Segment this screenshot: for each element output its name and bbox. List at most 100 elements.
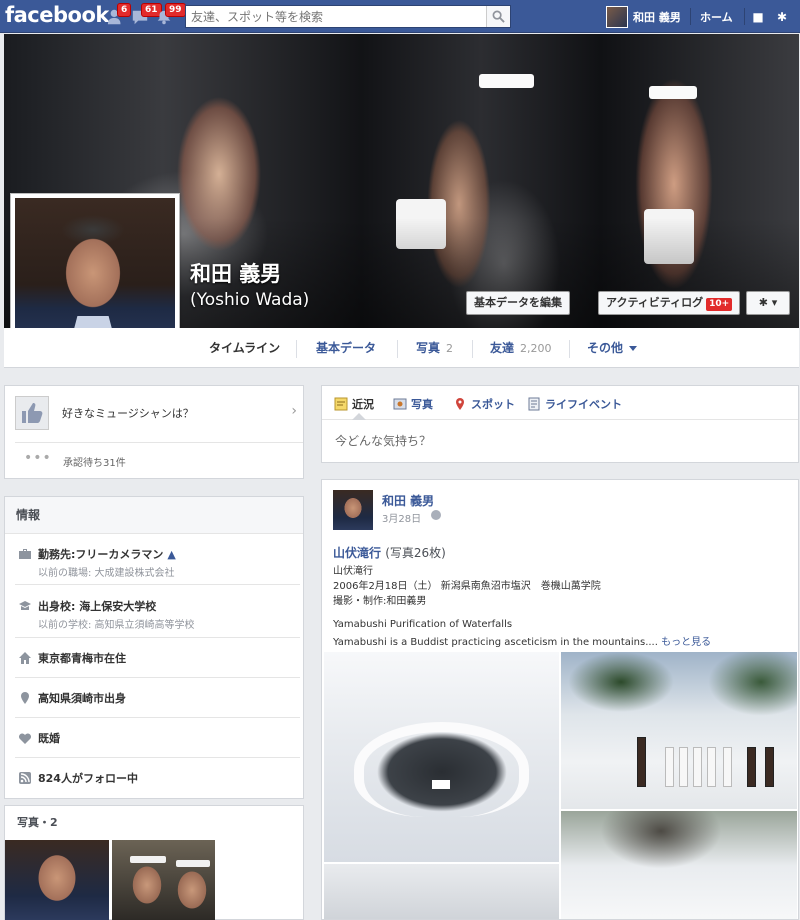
edit-profile-button[interactable]: 基本データを編集: [466, 291, 570, 315]
public-globe-icon: [431, 510, 441, 520]
profile-link[interactable]: 和田 義男: [606, 6, 681, 28]
home-link[interactable]: ホーム: [700, 9, 733, 25]
top-navigation-bar: facebook 6 61 99 和田 義男 ホーム ■ ✱: [0, 0, 800, 33]
album-count: (写真26枚): [385, 546, 446, 560]
edit-profile-label: 基本データを編集: [474, 296, 562, 309]
notifications-badge: 99: [165, 3, 186, 17]
album-photo[interactable]: [324, 652, 559, 862]
followers[interactable]: 824人がフォロー中: [38, 770, 138, 786]
divider: [744, 8, 745, 25]
person-figure: [679, 747, 688, 787]
chevron-right-icon[interactable]: ›: [291, 403, 297, 419]
album-name: 山伏滝行: [333, 546, 382, 560]
profile-settings-button[interactable]: ✱ ▾: [746, 291, 790, 315]
life-event-icon: [528, 397, 540, 411]
album-title[interactable]: 山伏滝行 (写真26枚): [333, 544, 446, 561]
photos-panel: 写真・2: [4, 805, 304, 920]
tab-label: タイムライン: [209, 341, 281, 355]
privacy-lock-icon[interactable]: ■: [751, 10, 765, 24]
priest-figure: [637, 737, 646, 787]
person-figure: [723, 747, 732, 787]
post-text-line: 2006年2月18日（土） 新潟県南魚沼市塩沢 巻機山萬学院: [333, 581, 601, 592]
person-figure: [765, 747, 774, 787]
divider: [569, 340, 570, 358]
previous-work: 以前の職場: 大成建設株式会社: [38, 568, 175, 579]
info-panel: 情報 勤務先:フリーカメラマン ▲ 以前の職場: 大成建設株式会社 出身校: 海上…: [4, 496, 304, 799]
author-avatar[interactable]: [333, 490, 373, 530]
hometown[interactable]: 高知県須崎市出身: [38, 690, 126, 706]
info-row-hometown: 高知県須崎市出身: [15, 678, 300, 718]
tab-label: その他: [587, 341, 624, 355]
home-icon: [18, 651, 32, 665]
tab-timeline[interactable]: タイムライン: [209, 328, 280, 368]
album-photo[interactable]: [561, 811, 797, 919]
tab-label: 写真: [416, 341, 441, 355]
person-figure: [707, 747, 716, 787]
info-row-followers: 824人がフォロー中: [15, 758, 300, 798]
place-icon: [456, 398, 464, 410]
previous-school: 以前の学校: 高知県立須崎高等学校: [38, 620, 195, 631]
divider: [690, 8, 691, 25]
tab-more[interactable]: その他: [587, 328, 638, 368]
divider: [296, 340, 297, 358]
album-photo[interactable]: [324, 864, 559, 919]
pending-approvals[interactable]: 承認待ち31件: [63, 454, 126, 469]
photo-thumbnail[interactable]: [5, 840, 109, 920]
composer-tab-label: ライフイベント: [545, 398, 622, 411]
composer-tab-place[interactable]: スポット: [453, 396, 515, 412]
see-more-link[interactable]: もっと見る: [661, 637, 711, 648]
favorite-musician-question[interactable]: 好きなミュージシャンは？: [62, 405, 194, 421]
photo-icon: [393, 398, 407, 410]
post-text-content: Yamabushi is a Buddist practicing asceti…: [333, 637, 658, 648]
album-photo[interactable]: [561, 652, 797, 809]
loincloth: [432, 780, 450, 789]
divider: [472, 340, 473, 358]
facebook-logo[interactable]: facebook: [5, 3, 109, 27]
work-text[interactable]: 勤務先:フリーカメラマン ▲: [38, 546, 176, 562]
school-main[interactable]: 出身校: 海上保安大学校: [38, 598, 156, 614]
search-icon: [492, 10, 505, 23]
composer-tab-label: スポット: [471, 398, 515, 411]
composer-tab-photo[interactable]: 写真: [393, 396, 433, 412]
search-button[interactable]: [486, 6, 510, 27]
status-input[interactable]: 今どんな気持ち？: [335, 432, 431, 449]
settings-gear-icon[interactable]: ✱: [775, 10, 789, 24]
user-name: 和田 義男: [633, 11, 681, 24]
photo-thumbnail[interactable]: [112, 840, 215, 920]
info-row-school: 出身校: 海上保安大学校 以前の学校: 高知県立須崎高等学校: [15, 585, 300, 638]
status-icon: [334, 397, 348, 411]
residence[interactable]: 東京都青梅市在住: [38, 650, 126, 666]
tab-label: 友達: [490, 341, 515, 355]
profile-tabs: タイムライン 基本データ 写真 2 友達 2,200 その他: [4, 328, 799, 368]
post-text-line: 撮影・制作:和田義男: [333, 596, 427, 607]
activity-log-count: 10+: [706, 298, 733, 311]
photos-title[interactable]: 写真・2: [17, 814, 58, 830]
search-input[interactable]: [186, 6, 476, 27]
ice-arch: [354, 722, 529, 817]
info-row-work: 勤務先:フリーカメラマン ▲ 以前の職場: 大成建設株式会社: [15, 534, 300, 585]
profile-name: 和田 義男: [190, 262, 282, 286]
heart-icon: [18, 731, 32, 745]
tab-count: 2,200: [520, 342, 552, 355]
work-main: 勤務先:フリーカメラマン: [38, 548, 164, 561]
activity-log-button[interactable]: アクティビティログ 10+: [598, 291, 741, 315]
composer-tab-life-event[interactable]: ライフイベント: [527, 396, 622, 412]
friend-requests-button[interactable]: 6: [107, 3, 132, 27]
search-box: [185, 5, 511, 28]
headband: [130, 856, 166, 863]
composer-tab-label: 写真: [411, 398, 433, 411]
composer-tab-status[interactable]: 近況: [334, 396, 374, 412]
composer-tab-label: 近況: [352, 398, 374, 411]
tab-about[interactable]: 基本データ: [316, 328, 376, 368]
tab-photos[interactable]: 写真 2: [416, 328, 453, 368]
messages-button[interactable]: 61: [131, 3, 162, 27]
post-author[interactable]: 和田 義男: [382, 492, 434, 509]
rss-icon: [18, 771, 32, 785]
post-date[interactable]: 3月28日: [382, 510, 421, 525]
active-tab-caret: [352, 413, 366, 420]
notifications-button[interactable]: 99: [155, 3, 186, 27]
profile-alt-name: (Yoshio Wada): [190, 290, 310, 310]
info-row-residence: 東京都青梅市在住: [15, 638, 300, 678]
tab-friends[interactable]: 友達 2,200: [490, 328, 552, 368]
divider: [15, 442, 303, 443]
